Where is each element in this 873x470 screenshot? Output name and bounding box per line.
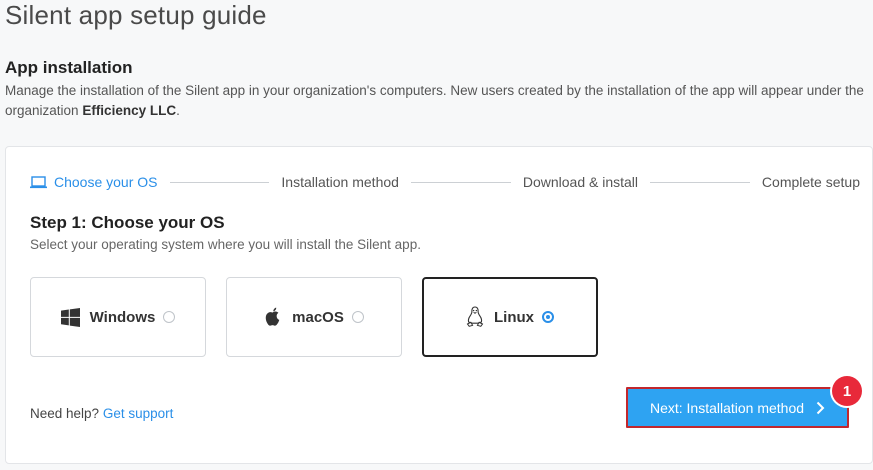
step-description: Select your operating system where you w… (30, 237, 421, 252)
step-label: Complete setup (761, 174, 860, 190)
step-number-badge: 1 (832, 376, 862, 406)
help-prefix: Need help? (30, 406, 100, 421)
help-text: Need help? Get support (30, 406, 173, 421)
windows-icon (60, 307, 80, 327)
get-support-link[interactable]: Get support (103, 406, 174, 421)
step-choose-os[interactable]: Choose your OS (30, 174, 158, 190)
os-option-macos[interactable]: macOS (226, 277, 402, 357)
linux-icon (466, 306, 484, 328)
os-label: macOS (292, 308, 344, 326)
radio-windows[interactable] (163, 311, 176, 323)
radio-linux[interactable] (542, 311, 554, 323)
apple-icon (264, 307, 282, 328)
section-description: Manage the installation of the Silent ap… (5, 81, 873, 121)
step-divider (169, 181, 270, 183)
organization-name: Efficiency LLC (82, 103, 177, 118)
step-title: Step 1: Choose your OS (30, 213, 225, 232)
os-option-linux[interactable]: Linux (422, 277, 598, 357)
next-button-label: Next: Installation method (649, 399, 805, 416)
step-divider (410, 181, 511, 183)
chevron-right-icon (816, 401, 825, 415)
stepper: Choose your OS Installation method Downl… (30, 171, 860, 193)
next-installation-method-button[interactable]: Next: Installation method (626, 387, 849, 428)
os-label: Linux (494, 308, 534, 326)
step-divider (650, 181, 750, 183)
os-option-windows[interactable]: Windows (30, 277, 206, 357)
section-title: App installation (5, 58, 133, 77)
step-complete-setup[interactable]: Complete setup (762, 174, 860, 190)
radio-macos[interactable] (351, 311, 364, 323)
setup-card: Choose your OS Installation method Downl… (5, 146, 873, 464)
section-description-end: . (176, 103, 180, 118)
step-label: Download & install (522, 174, 639, 190)
step-installation-method[interactable]: Installation method (281, 174, 399, 190)
laptop-icon (30, 175, 47, 188)
page-title: Silent app setup guide (5, 0, 267, 30)
step-label: Installation method (281, 174, 399, 190)
step-download-install[interactable]: Download & install (523, 174, 638, 190)
os-label: Windows (89, 308, 156, 326)
step-label: Choose your OS (54, 174, 158, 190)
